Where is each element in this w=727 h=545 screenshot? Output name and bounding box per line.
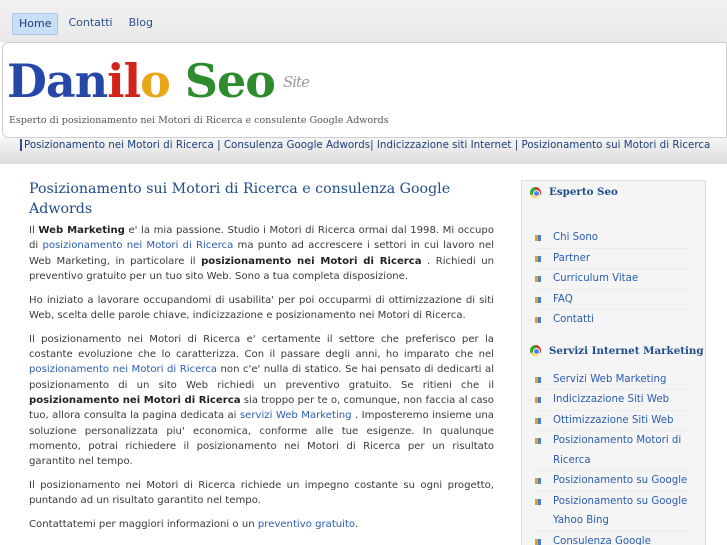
bold-text: posizionamento nei Motori di Ricerca [201,255,422,267]
main-content: Posizionamento sui Motori di Ricerca e c… [29,180,494,541]
strip-link[interactable]: Indicizzazione siti Internet [377,139,512,151]
sidebar-section-title: Servizi Internet Marketing [522,342,705,360]
inline-link[interactable]: preventivo gratuito [258,519,355,530]
strip-separator: | [213,139,224,151]
list-item[interactable]: Posizionamento su Google Yahoo Bing [535,492,688,532]
sidebar-list-esperto: Chi Sono Partner Curriculum Vitae FAQ Co… [522,228,688,330]
text: Contattatemi per maggiori informazioni o… [29,519,258,531]
keyword-links: Posizionamento nei Motori di Ricerca | C… [20,139,710,151]
top-bar: Home Contatti Blog [0,0,727,42]
bullet-icon [535,438,541,444]
strip-separator: | [370,139,377,151]
bullet-icon [535,276,541,282]
list-item[interactable]: Indicizzazione Siti Web [535,390,688,411]
bullet-icon [535,255,541,262]
strip-link[interactable]: Consulenza Google Adwords [224,139,370,151]
sidebar-link[interactable]: Consulenza Google Adwords [553,532,688,545]
sidebar-link[interactable]: Posizionamento su Google [553,471,687,491]
logo-part: o [140,54,185,108]
paragraph-experience: Ho iniziato a lavorare occupandomi di us… [29,294,494,321]
sidebar: Esperto Seo Chi Sono Partner Curriculum … [521,180,706,545]
sidebar-link[interactable]: Ottimizzazione Siti Web [553,411,673,431]
sidebar-list-servizi: Servizi Web Marketing Indicizzazione Sit… [522,370,688,545]
sidebar-link[interactable]: FAQ [553,290,573,310]
sidebar-title-label: Servizi Internet Marketing [549,344,704,357]
keyword-link-strip: Posizionamento nei Motori di Ricerca | C… [0,138,727,164]
list-item[interactable]: FAQ [535,290,688,310]
logo-part: Dan [7,54,108,108]
bullet-icon [535,417,541,424]
site-tagline: Esperto di posizionamento nei Motori di … [9,115,389,126]
sidebar-link[interactable]: Servizi Web Marketing [553,370,666,390]
sidebar-link[interactable]: Curriculum Vitae [553,269,638,289]
bullet-icon [535,235,541,241]
site-header: Danilo Seo Site Esperto di posizionamento… [2,42,727,138]
bullet-icon [535,397,541,403]
nav-blog-link[interactable]: Blog [123,13,159,35]
text: . [354,519,359,531]
sidebar-link[interactable]: Partner [553,249,590,269]
logo-site-label: Site [282,73,310,91]
strip-separator: | [511,139,522,151]
chrome-icon [530,345,541,356]
paragraph-intro: Il Web Marketing e' la mia passione. Stu… [29,223,494,284]
sidebar-link[interactable]: Contatti [553,310,594,330]
sidebar-title-label: Esperto Seo [549,186,618,198]
bullet-icon [535,498,541,505]
list-item[interactable]: Contatti [535,310,688,330]
paragraph-seo: Il posizionamento nei Motori di Ricerca … [29,332,494,470]
sidebar-link[interactable]: Posizionamento Motori di Ricerca [553,431,688,470]
sidebar-link[interactable]: Chi Sono [553,228,598,248]
list-item[interactable]: Curriculum Vitae [535,269,688,290]
site-logo[interactable]: Danilo Seo Site [7,53,310,110]
bold-text: Web Marketing [38,225,125,236]
inline-link[interactable]: posizionamento nei Motori di Ricerca [29,364,217,375]
logo-part: Seo [184,54,276,108]
text: Il posizionamento nei Motori di Ricerca … [29,333,494,361]
list-item[interactable]: Chi Sono [535,228,688,249]
text: Il [29,225,39,236]
inline-link[interactable]: posizionamento nei Motori di Ricerca [42,240,233,251]
bullet-icon [535,376,541,383]
inline-link[interactable]: servizi Web Marketing [240,410,352,421]
list-item[interactable]: Servizi Web Marketing [535,370,688,390]
paragraph-commitment: Il posizionamento nei Motori di Ricerca … [29,479,494,507]
bold-text: posizionamento nei Motori di Ricerca [29,394,241,406]
strip-link[interactable]: Posizionamento nei Motori di Ricerca [24,139,214,151]
page-title: Posizionamento sui Motori di Ricerca e c… [29,181,451,217]
list-item[interactable]: Consulenza Google Adwords [535,532,688,545]
bullet-icon [535,317,541,323]
list-item[interactable]: Posizionamento su Google [535,471,688,492]
logo-part: il [107,54,141,108]
nav-contatti-link[interactable]: Contatti [62,13,118,35]
list-item[interactable]: Posizionamento Motori di Ricerca [535,431,688,471]
sidebar-section-title: Esperto Seo [522,184,705,198]
paragraph-contact: Contattatemi per maggiori informazioni o… [29,517,494,532]
top-nav: Home Contatti Blog [12,13,159,35]
list-item[interactable]: Partner [535,249,688,269]
sidebar-link[interactable]: Posizionamento su Google Yahoo Bing [553,492,688,531]
chrome-icon [530,187,541,198]
bullet-icon [535,478,541,484]
list-item[interactable]: Ottimizzazione Siti Web [535,411,688,431]
bullet-icon [535,538,541,545]
strip-link[interactable]: Posizionamento sui Motori di Ricerca [521,139,710,151]
bullet-icon [535,296,541,303]
nav-home-link[interactable]: Home [12,13,59,35]
sidebar-link[interactable]: Indicizzazione Siti Web [553,390,669,410]
